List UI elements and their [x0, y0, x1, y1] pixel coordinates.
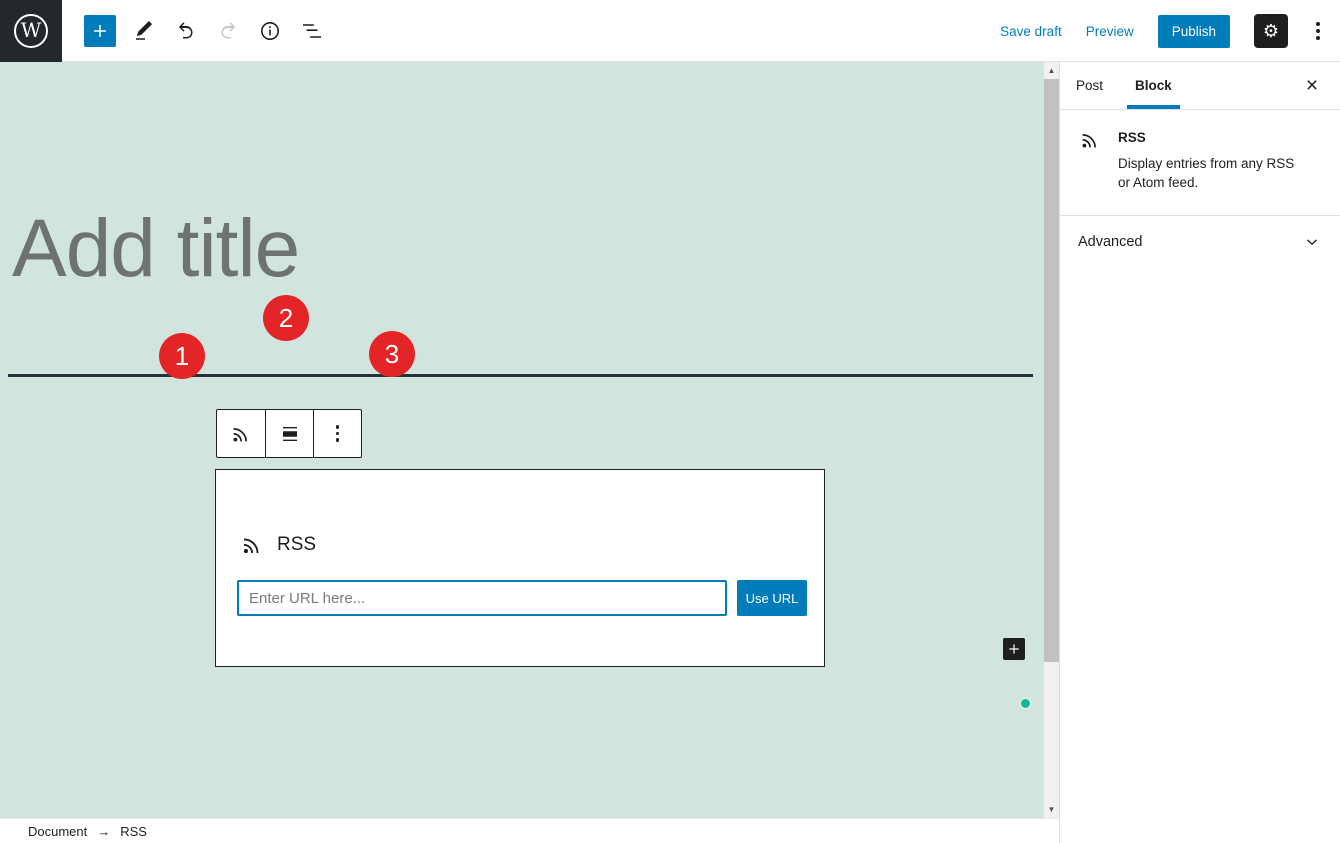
block-options-button[interactable]	[313, 410, 361, 457]
edit-tools-icon[interactable]	[130, 17, 158, 45]
breadcrumb-arrow: →	[97, 824, 110, 839]
rss-icon	[1078, 128, 1102, 152]
rss-url-form: Use URL	[237, 580, 807, 616]
gear-icon: ⚙	[1263, 21, 1279, 42]
post-title-input[interactable]: Add title	[12, 202, 299, 296]
breadcrumb-rss[interactable]: RSS	[120, 824, 147, 839]
scrollbar-thumb[interactable]	[1044, 79, 1059, 662]
kebab-icon	[336, 425, 340, 442]
redo-icon[interactable]	[214, 17, 242, 45]
append-block-button[interactable]	[1003, 638, 1025, 660]
rss-icon	[239, 532, 265, 558]
annotation-circle-1: 1	[159, 333, 205, 379]
wordpress-icon: W	[14, 14, 48, 48]
tab-post[interactable]: Post	[1060, 62, 1119, 109]
list-view-icon[interactable]	[298, 17, 326, 45]
annotation-circle-3: 3	[369, 331, 415, 377]
block-toolbar	[216, 409, 362, 458]
rss-block-type-button[interactable]	[217, 410, 265, 457]
canvas-scrollbar[interactable]: ▲ ▼	[1044, 62, 1059, 818]
close-sidebar-button[interactable]: ×	[1294, 62, 1330, 110]
use-url-button[interactable]: Use URL	[737, 580, 807, 616]
annotation-circle-2: 2	[263, 295, 309, 341]
advanced-panel-toggle[interactable]: Advanced	[1060, 216, 1340, 268]
chevron-down-icon	[1302, 232, 1322, 252]
undo-icon[interactable]	[172, 17, 200, 45]
breadcrumb-document[interactable]: Document	[28, 824, 87, 839]
snackbar-dot	[1020, 698, 1031, 709]
wordpress-block-editor: W Save draft Preview Pub	[0, 0, 1340, 843]
block-card-description: Display entries from any RSS or Atom fee…	[1118, 155, 1308, 193]
rss-url-input[interactable]	[237, 580, 727, 616]
rss-block-title: RSS	[277, 534, 316, 556]
scroll-down-arrow[interactable]: ▼	[1044, 801, 1059, 818]
info-icon[interactable]	[256, 17, 284, 45]
block-inserter-button[interactable]	[84, 15, 116, 47]
close-icon: ×	[1306, 74, 1318, 98]
tab-block[interactable]: Block	[1119, 62, 1188, 109]
save-draft-button[interactable]: Save draft	[1000, 24, 1062, 39]
more-options-menu[interactable]	[1312, 16, 1324, 46]
breadcrumb: Document → RSS	[0, 818, 1059, 843]
advanced-label: Advanced	[1078, 234, 1143, 250]
block-card: RSS Display entries from any RSS or Atom…	[1060, 110, 1340, 216]
preview-button[interactable]: Preview	[1086, 24, 1134, 39]
rss-block-placeholder: RSS Use URL	[215, 469, 825, 667]
topbar-right-tools: Save draft Preview Publish ⚙	[1000, 0, 1324, 62]
scroll-up-arrow[interactable]: ▲	[1044, 62, 1059, 79]
topbar-left-tools	[84, 0, 326, 62]
wordpress-logo-button[interactable]: W	[0, 0, 62, 62]
settings-sidebar: Post Block × RSS Display entries from an…	[1059, 62, 1340, 843]
sidebar-tabs: Post Block ×	[1060, 62, 1340, 110]
rss-block-header: RSS	[239, 532, 316, 558]
publish-button[interactable]: Publish	[1158, 15, 1230, 48]
change-alignment-button[interactable]	[265, 410, 313, 457]
editor-topbar: W Save draft Preview Pub	[0, 0, 1340, 62]
block-card-title: RSS	[1118, 130, 1308, 145]
settings-gear-button[interactable]: ⚙	[1254, 14, 1288, 48]
theme-separator-line	[8, 374, 1033, 377]
editor-canvas: Add title 1 2 3 RSS Use URL	[0, 62, 1044, 818]
